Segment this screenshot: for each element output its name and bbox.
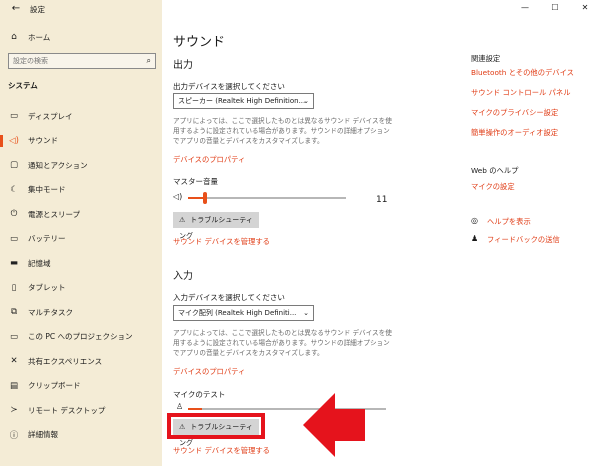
input-device-dropdown[interactable]: マイク配列 (Realtek High Definiti... ⌄ [173, 305, 314, 321]
feedback-icon: ♟ [471, 234, 479, 243]
nav-home-label: ホーム [28, 32, 51, 42]
volume-icon[interactable]: ◁) [173, 192, 182, 201]
volume-value: 11 [376, 195, 388, 205]
sidebar-item-label: 集中モード [28, 185, 66, 195]
input-description: アプリによっては、ここで選択したものとは異なるサウンド デバイスを使用するように… [173, 329, 392, 357]
input-manage-link[interactable]: サウンド デバイスを管理する [173, 446, 270, 456]
web-help-mic-settings-link[interactable]: マイクの設定 [471, 182, 515, 192]
titlebar: ← 設定 [0, 0, 162, 18]
sidebar-item-label: クリップボード [28, 381, 81, 391]
monitor-icon: ▭ [9, 111, 19, 122]
shared-icon: ✕ [10, 356, 18, 367]
power-icon: ⏻ [10, 209, 18, 220]
search-input[interactable] [9, 54, 137, 68]
app-title: 設定 [30, 5, 45, 14]
sidebar-item[interactable]: ≻ リモート デスクトップ [0, 398, 162, 423]
output-heading: 出力 [173, 60, 193, 71]
input-select-label: 入力デバイスを選択してください [173, 293, 285, 302]
sidebar-item-label: この PC へのプロジェクション [28, 332, 133, 342]
search-icon[interactable]: ⌕ [147, 56, 151, 66]
warning-icon: ⚠ [179, 216, 186, 224]
sidebar-item[interactable]: ▢ 通知とアクション [0, 153, 162, 178]
related-link-mic-privacy[interactable]: マイクのプライバシー設定 [471, 108, 558, 118]
notification-icon: ▢ [9, 160, 19, 171]
chevron-down-icon: ⌄ [303, 97, 309, 105]
sidebar-item-label: タブレット [28, 283, 66, 293]
storage-icon: ▬ [9, 258, 19, 269]
output-properties-link[interactable]: デバイスのプロパティ [173, 155, 245, 165]
sidebar-item-label: 電源とスリープ [28, 209, 81, 219]
volume-slider-thumb[interactable] [203, 192, 207, 204]
sidebar-item-label: ディスプレイ [28, 111, 73, 121]
sidebar-item-label: バッテリー [28, 234, 66, 244]
arrow-left-icon [303, 393, 365, 457]
search-box: ⌕ [8, 53, 156, 69]
output-device-dropdown[interactable]: スピーカー (Realtek High Definition... ⌄ [173, 93, 314, 109]
sidebar-item-label: 詳細情報 [28, 430, 58, 440]
sidebar-item[interactable]: ✕ 共有エクスペリエンス [0, 349, 162, 374]
projection-icon: ▭ [9, 331, 19, 342]
related-link-bluetooth[interactable]: Bluetooth とその他のデバイス [471, 68, 574, 78]
tablet-icon: ▯ [11, 282, 17, 293]
sidebar-item[interactable]: ▭ この PC へのプロジェクション [0, 325, 162, 350]
sidebar-item[interactable]: ▭ ディスプレイ [0, 104, 162, 129]
related-link-sound-control-panel[interactable]: サウンド コントロール パネル [471, 88, 571, 98]
info-icon: ⓘ [9, 430, 19, 441]
sidebar-item-label: 共有エクスペリエンス [28, 356, 103, 366]
sidebar-item[interactable]: ▭ バッテリー [0, 227, 162, 252]
sidebar-item-label: 記憶域 [28, 258, 51, 268]
speaker-icon: ◁) [9, 135, 19, 146]
mic-test-label: マイクのテスト [173, 390, 226, 399]
annotation-highlight-box [167, 413, 265, 439]
sidebar: ← 設定 ⌂ ホーム ⌕ システム ▭ ディスプレイ ◁) サウンド ▢ 通知とアクション… [0, 0, 162, 466]
remote-desktop-icon: ≻ [10, 405, 18, 416]
moon-icon: ☾ [10, 184, 18, 195]
sidebar-item-label: リモート デスクトップ [28, 405, 106, 415]
page-title: サウンド [173, 35, 226, 50]
get-help-link[interactable]: ヘルプを表示 [487, 217, 531, 227]
output-description: アプリによっては、ここで選択したものとは異なるサウンド デバイスを使用するように… [173, 117, 392, 145]
sidebar-item[interactable]: ⓘ 詳細情報 [0, 423, 162, 448]
send-feedback-link[interactable]: フィードバックの送信 [487, 235, 560, 245]
chevron-down-icon: ⌄ [303, 309, 309, 317]
output-manage-link[interactable]: サウンド デバイスを管理する [173, 237, 270, 247]
sidebar-item-label: 通知とアクション [28, 160, 88, 170]
input-device-value: マイク配列 (Realtek High Definiti... [178, 309, 297, 317]
sidebar-item[interactable]: ▯ タブレット [0, 276, 162, 301]
web-help-heading: Web のヘルプ [471, 166, 519, 175]
sidebar-item[interactable]: ◁) サウンド [0, 129, 162, 154]
input-heading: 入力 [173, 271, 193, 282]
main-content: サウンド 出力 出力デバイスを選択してください スピーカー (Realtek H… [162, 0, 600, 466]
sidebar-item[interactable]: ⏻ 電源とスリープ [0, 202, 162, 227]
volume-slider-track[interactable] [188, 197, 346, 199]
help-icon: ◎ [471, 216, 478, 225]
section-label: システム [8, 81, 38, 90]
home-icon: ⌂ [11, 32, 17, 42]
sidebar-item-label: サウンド [28, 136, 58, 146]
back-arrow-icon[interactable]: ← [10, 3, 22, 15]
master-volume-label: マスター音量 [173, 177, 218, 186]
input-properties-link[interactable]: デバイスのプロパティ [173, 367, 245, 377]
sidebar-item[interactable]: ☾ 集中モード [0, 178, 162, 203]
related-link-ease-of-access-audio[interactable]: 簡単操作のオーディオ設定 [471, 128, 558, 138]
nav-list: ▭ ディスプレイ ◁) サウンド ▢ 通知とアクション ☾ 集中モード ⏻ 電源とスリープ ▭ バッテ… [0, 104, 162, 447]
output-troubleshoot-button[interactable]: ⚠ トラブルシューティング [173, 212, 259, 240]
nav-home[interactable]: ⌂ ホーム [8, 30, 158, 44]
related-heading: 関連設定 [471, 54, 501, 63]
sidebar-item-label: マルチタスク [28, 307, 73, 317]
output-select-label: 出力デバイスを選択してください [173, 82, 285, 91]
sidebar-item[interactable]: ▬ 記憶域 [0, 251, 162, 276]
sidebar-item[interactable]: ▤ クリップボード [0, 374, 162, 399]
annotation-arrow [303, 393, 365, 457]
mic-level-fill [188, 408, 202, 410]
battery-icon: ▭ [9, 233, 19, 244]
output-device-value: スピーカー (Realtek High Definition... [178, 97, 306, 105]
multitask-icon: ⧉ [10, 307, 18, 318]
sidebar-item[interactable]: ⧉ マルチタスク [0, 300, 162, 325]
microphone-icon: ♙ [176, 402, 184, 411]
clipboard-icon: ▤ [9, 380, 19, 391]
